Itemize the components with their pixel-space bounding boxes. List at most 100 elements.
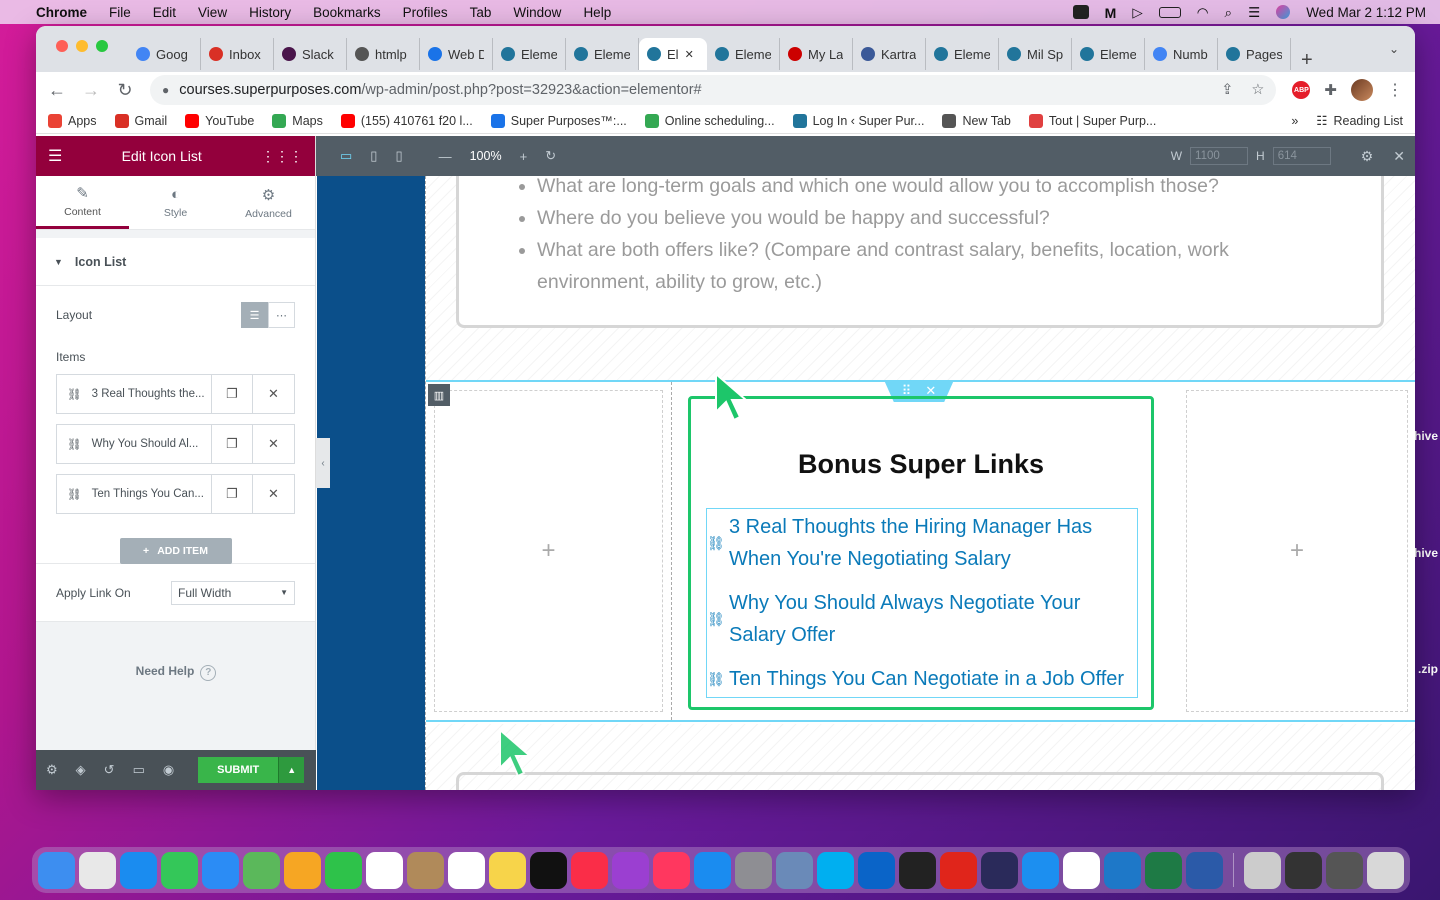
menu-help[interactable]: Help [583, 5, 611, 20]
siri-icon[interactable] [1276, 5, 1291, 19]
apply-link-select[interactable]: Full Width ▼ [171, 580, 295, 605]
section-toggle-icon-list[interactable]: ▼ Icon List [36, 238, 315, 286]
zoom-in-icon[interactable]: + [520, 149, 528, 164]
layout-default-button[interactable]: ☰ [241, 302, 268, 328]
link-text[interactable]: Why You Should Always Negotiate Your Sal… [729, 587, 1137, 651]
submit-options-caret-icon[interactable]: ▲ [278, 757, 305, 783]
skype-icon[interactable] [817, 851, 854, 889]
menu-view[interactable]: View [198, 5, 227, 20]
minimize-window-button[interactable] [76, 40, 88, 52]
preview-eye-icon[interactable]: ◉ [163, 762, 174, 778]
height-input[interactable]: 614 [1272, 147, 1331, 165]
tab-search-icon[interactable]: ⌄ [1389, 42, 1399, 56]
safari-icon[interactable] [120, 851, 157, 889]
icon-list-widget[interactable]: ⛓ 3 Real Thoughts the Hiring Manager Has… [706, 508, 1138, 698]
browser-tab[interactable]: Eleme [566, 38, 639, 70]
list-item[interactable]: ⛓ Ten Things You Can Negotiate in a Job … [707, 663, 1137, 695]
forward-button[interactable]: → [82, 80, 100, 101]
remove-icon[interactable]: ✕ [253, 375, 294, 413]
bookmark-item[interactable]: Super Purposes™:... [490, 113, 627, 128]
tablet-device-icon[interactable]: ▯ [370, 148, 377, 164]
bookmark-item[interactable]: Apps [48, 113, 97, 128]
browser-tab[interactable]: Eleme [707, 38, 780, 70]
duplicate-icon[interactable]: ❐ [212, 375, 253, 413]
chrome-menu-icon[interactable]: ⋮ [1387, 80, 1403, 100]
address-bar[interactable]: ● courses.superpurposes.com/wp-admin/pos… [150, 75, 1277, 105]
mobile-device-icon[interactable]: ▯ [395, 148, 402, 164]
responsive-mode-icon[interactable]: ▭ [133, 762, 145, 778]
hamburger-menu-icon[interactable]: ☰ [48, 146, 62, 166]
news-icon[interactable] [653, 851, 690, 889]
reload-button[interactable]: ↻ [116, 80, 134, 101]
add-widget-placeholder[interactable]: + [1186, 390, 1408, 712]
list-item[interactable]: ⛓ Why You Should Always Negotiate Your S… [707, 587, 1137, 651]
tab-style[interactable]: ◐ Style [129, 176, 222, 229]
more-bookmarks-icon[interactable]: » [1291, 114, 1298, 128]
chrome-icon[interactable] [1063, 851, 1100, 889]
close-responsive-icon[interactable]: ✕ [1393, 148, 1405, 165]
bonus-links-box[interactable]: Bonus Super Links ⛓ 3 Real Thoughts the … [688, 396, 1154, 710]
browser-tab[interactable]: Eleme [493, 38, 566, 70]
mail-icon[interactable] [202, 851, 239, 889]
link-text[interactable]: Ten Things You Can Negotiate in a Job Of… [729, 663, 1124, 695]
remove-icon[interactable]: ✕ [253, 475, 294, 513]
profile-avatar[interactable] [1351, 79, 1373, 101]
finder-icon[interactable] [38, 851, 75, 889]
repeater-item-title[interactable]: ⛓ Why You Should Al... [57, 425, 212, 463]
widgets-grid-icon[interactable]: ⋮⋮⋮ [261, 148, 303, 165]
address-url[interactable]: courses.superpurposes.com/wp-admin/post.… [179, 82, 701, 98]
browser-tab[interactable]: Numb [1145, 38, 1218, 70]
desktop-item-label[interactable]: .zip [1418, 662, 1438, 676]
menu-tab[interactable]: Tab [470, 5, 492, 20]
photo-thumbnail-icon[interactable] [1244, 851, 1281, 889]
bookmark-item[interactable]: Gmail [114, 113, 167, 128]
bonus-section[interactable]: + ▥ ⠿ ✕ Bonus Super Links ⛓ 3 Real Thoug… [426, 380, 1415, 722]
browser-tab[interactable]: Eleme [1072, 38, 1145, 70]
bookmark-item[interactable]: YouTube [185, 113, 254, 128]
word-icon[interactable] [1186, 851, 1223, 889]
right-column[interactable]: + [1178, 382, 1415, 720]
share-icon[interactable]: ⇪ [1221, 82, 1233, 98]
list-item[interactable]: ⛓ 3 Real Thoughts the Hiring Manager Has… [707, 511, 1137, 575]
extensions-puzzle-icon[interactable]: ✚ [1324, 81, 1337, 99]
app-icon[interactable] [981, 851, 1018, 889]
notes-icon[interactable] [489, 851, 526, 889]
need-help-link[interactable]: Need Help? [36, 664, 316, 681]
browser-tab[interactable]: htmlp [347, 38, 420, 70]
medium-icon[interactable]: M [1105, 5, 1117, 21]
launchpad-icon[interactable] [79, 851, 116, 889]
bookmark-item[interactable]: Tout | Super Purp... [1028, 113, 1156, 128]
play-icon[interactable]: ▷ [1132, 5, 1142, 20]
history-icon[interactable]: ↺ [104, 762, 115, 778]
back-button[interactable]: ← [48, 80, 66, 101]
tab-advanced[interactable]: ⚙ Advanced [222, 176, 315, 229]
browser-tab[interactable]: Slack [274, 38, 347, 70]
menu-window[interactable]: Window [513, 5, 561, 20]
calendar-icon[interactable] [366, 851, 403, 889]
tab-content[interactable]: ✎ Content [36, 176, 129, 229]
collapse-panel-button[interactable]: ‹ [316, 438, 330, 488]
repeater-item[interactable]: ⛓ Why You Should Al... ❐ ✕ [56, 424, 295, 464]
zoom-out-icon[interactable]: — [439, 149, 452, 164]
repeater-item[interactable]: ⛓ Ten Things You Can... ❐ ✕ [56, 474, 295, 514]
system-preferences-icon[interactable] [735, 851, 772, 889]
bookmark-item[interactable]: Maps [272, 113, 323, 128]
terminal-icon[interactable] [899, 851, 936, 889]
appstore-icon[interactable] [694, 851, 731, 889]
maps-icon[interactable] [243, 851, 280, 889]
battery-icon[interactable] [1158, 6, 1181, 18]
messages-icon[interactable] [161, 851, 198, 889]
menu-file[interactable]: File [109, 5, 131, 20]
add-widget-placeholder[interactable]: + [434, 390, 663, 712]
desktop-device-icon[interactable]: ▭ [340, 148, 352, 164]
width-input[interactable]: 1100 [1190, 147, 1249, 165]
excel-icon[interactable] [1145, 851, 1182, 889]
close-window-button[interactable] [56, 40, 68, 52]
vscode-icon[interactable] [1104, 851, 1141, 889]
column-edit-handle[interactable]: ▥ [428, 384, 450, 406]
duplicate-icon[interactable]: ❐ [212, 475, 253, 513]
facetime-icon[interactable] [325, 851, 362, 889]
desktop-item-label[interactable]: hive [1414, 429, 1438, 443]
trash-icon[interactable] [1367, 851, 1404, 889]
add-item-button[interactable]: + ADD ITEM [119, 538, 232, 564]
